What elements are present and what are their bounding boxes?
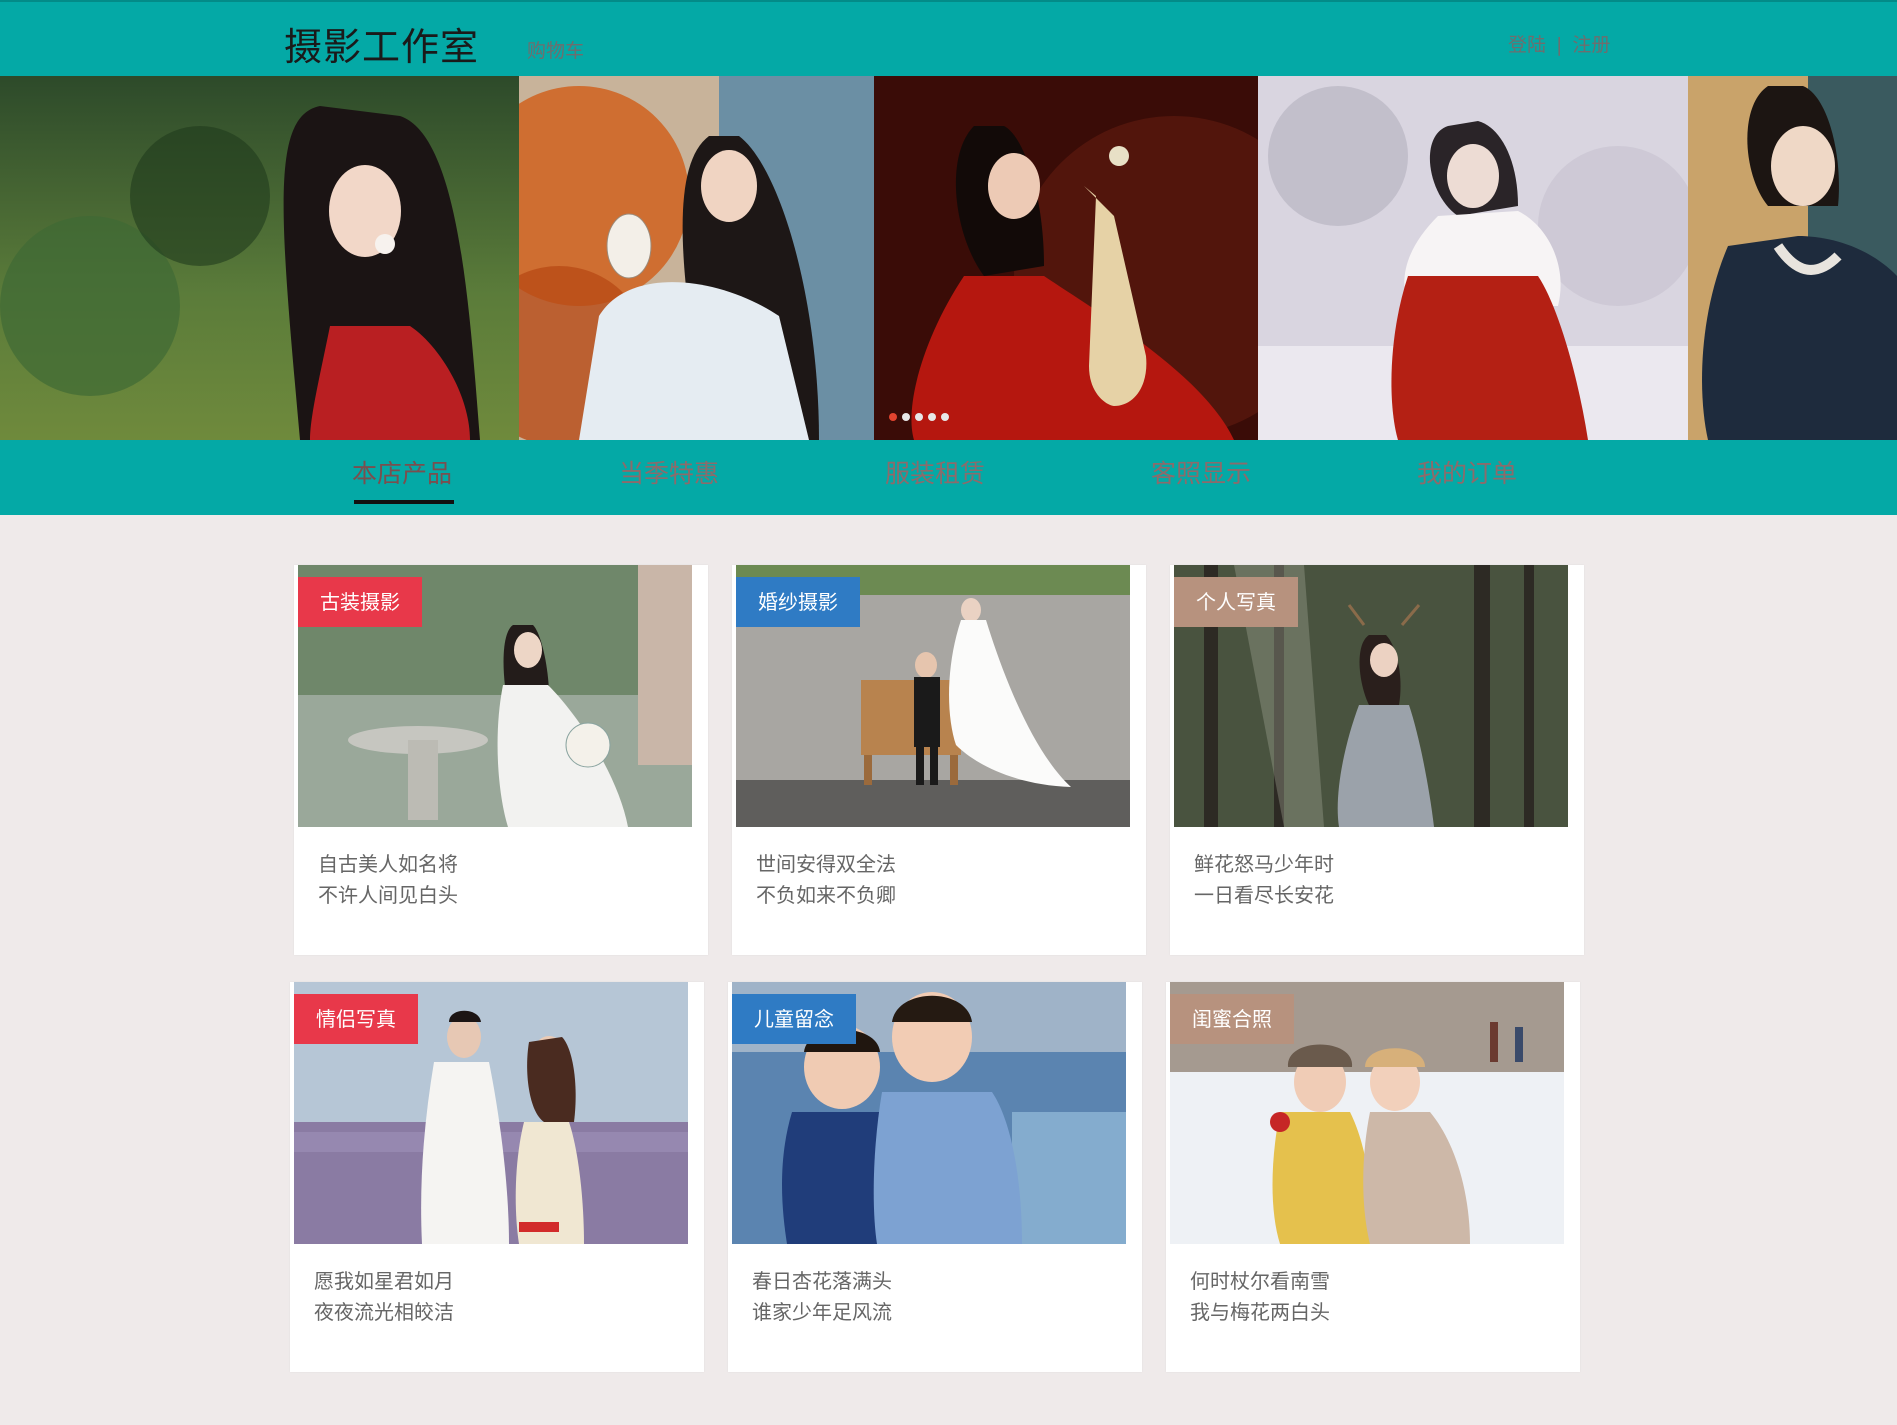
product-card[interactable]: 情侣写真 愿我如星君如月 夜夜流光相皎洁 <box>290 982 704 1372</box>
auth-links: 登陆 | 注册 <box>1508 30 1610 57</box>
banner-slide-5[interactable] <box>1688 76 1897 440</box>
banner-slide-2[interactable] <box>519 76 874 440</box>
cart-link[interactable]: 购物车 <box>527 36 584 63</box>
caption-line-1: 鲜花怒马少年时 <box>1194 852 1334 876</box>
product-card[interactable]: 古装摄影 自古美人如名将 不许人间见白头 <box>294 565 708 955</box>
banner-slide-1[interactable] <box>0 76 519 440</box>
banner-slide-4[interactable] <box>1258 76 1688 440</box>
carousel-dot[interactable] <box>928 413 936 421</box>
caption-line-1: 世间安得双全法 <box>756 852 896 876</box>
category-tag: 个人写真 <box>1174 577 1298 627</box>
category-nav: 本店产品 当季特惠 服装租赁 客照显示 我的订单 <box>0 440 1897 515</box>
carousel-dot[interactable] <box>915 413 923 421</box>
category-tag: 古装摄影 <box>298 577 422 627</box>
product-card[interactable]: 个人写真 鲜花怒马少年时 一日看尽长安花 <box>1170 565 1584 955</box>
hero-carousel[interactable] <box>0 76 1897 440</box>
carousel-dots <box>889 413 949 421</box>
caption-line-2: 夜夜流光相皎洁 <box>314 1300 454 1324</box>
caption-line-2: 不负如来不负卿 <box>756 883 896 907</box>
register-link[interactable]: 注册 <box>1572 34 1610 56</box>
caption-line-1: 春日杏花落满头 <box>752 1269 892 1293</box>
caption-line-1: 自古美人如名将 <box>318 852 458 876</box>
product-card[interactable]: 婚纱摄影 世间安得双全法 不负如来不负卿 <box>732 565 1146 955</box>
carousel-dot[interactable] <box>889 413 897 421</box>
caption-line-2: 谁家少年足风流 <box>752 1300 892 1324</box>
tab-customer-gallery[interactable]: 客照显示 <box>1151 454 1251 490</box>
top-header: 摄影工作室 购物车 登陆 | 注册 <box>0 0 1897 76</box>
category-tag: 婚纱摄影 <box>736 577 860 627</box>
auth-separator: | <box>1556 34 1563 56</box>
tab-costume-rental[interactable]: 服装租赁 <box>885 454 985 490</box>
category-tag: 情侣写真 <box>294 994 418 1044</box>
category-tag: 儿童留念 <box>732 994 856 1044</box>
carousel-dot[interactable] <box>902 413 910 421</box>
product-card[interactable]: 儿童留念 春日杏花落满头 谁家少年足风流 <box>728 982 1142 1372</box>
tab-seasonal-deals[interactable]: 当季特惠 <box>619 454 719 490</box>
site-brand[interactable]: 摄影工作室 <box>284 16 479 71</box>
caption-line-1: 何时杖尔看南雪 <box>1190 1269 1330 1293</box>
tab-my-orders[interactable]: 我的订单 <box>1417 454 1517 490</box>
banner-slide-3[interactable] <box>874 76 1258 440</box>
caption-line-2: 一日看尽长安花 <box>1194 883 1334 907</box>
product-card[interactable]: 闺蜜合照 何时杖尔看南雪 我与梅花两白头 <box>1166 982 1580 1372</box>
caption-line-2: 我与梅花两白头 <box>1190 1300 1330 1324</box>
login-link[interactable]: 登陆 <box>1508 34 1546 56</box>
carousel-dot[interactable] <box>941 413 949 421</box>
caption-line-1: 愿我如星君如月 <box>314 1269 454 1293</box>
caption-line-2: 不许人间见白头 <box>318 883 458 907</box>
active-tab-indicator <box>354 500 454 504</box>
category-tag: 闺蜜合照 <box>1170 994 1294 1044</box>
tab-products[interactable]: 本店产品 <box>352 454 452 490</box>
